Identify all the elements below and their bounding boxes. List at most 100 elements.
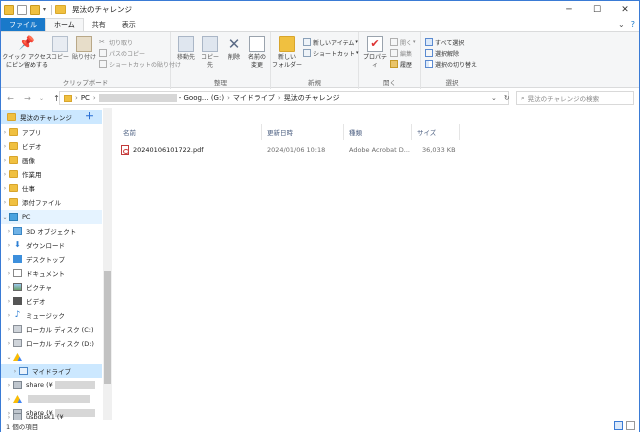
new-item-button[interactable]: 新しいアイテム ▾: [303, 37, 358, 47]
pin-quick-access-button[interactable]: 📌 クイック アクセス にピン留めする: [2, 36, 52, 70]
chevron-right-icon[interactable]: ›: [5, 270, 13, 277]
select-all-button[interactable]: すべて選択: [425, 37, 464, 47]
nav-item-pictures[interactable]: › ピクチャ: [1, 280, 102, 294]
column-divider[interactable]: [459, 124, 460, 140]
customize-qat-icon[interactable]: ▾: [43, 6, 46, 13]
breadcrumb-pc[interactable]: PC: [81, 94, 90, 102]
nav-item-google-drive-2[interactable]: ›: [1, 392, 102, 406]
search-box[interactable]: ⌕ 晃汰のチャレンジの検索: [516, 91, 634, 105]
chevron-down-icon[interactable]: ⌄: [618, 20, 625, 29]
nav-item-images[interactable]: › 画像: [1, 153, 102, 167]
copy-button[interactable]: コピー: [50, 36, 70, 62]
column-header-name[interactable]: 名前: [123, 125, 136, 139]
refresh-icon[interactable]: ↻: [504, 94, 510, 102]
breadcrumb-folder[interactable]: 晃汰のチャレンジ: [284, 93, 340, 103]
tab-share[interactable]: 共有: [84, 18, 114, 31]
delete-button[interactable]: ✕ 削除: [224, 36, 244, 62]
chevron-right-icon[interactable]: ›: [5, 312, 13, 319]
properties-quick-icon[interactable]: [17, 4, 27, 15]
chevron-right-icon[interactable]: ›: [1, 129, 9, 136]
cut-button[interactable]: ✂ 切り取り: [99, 37, 133, 47]
nav-item-desktop[interactable]: › デスクトップ: [1, 252, 102, 266]
properties-button[interactable]: ✔ プロパティ: [362, 36, 388, 70]
select-none-button[interactable]: 選択解除: [425, 48, 459, 58]
nav-item-downloads[interactable]: › ⬇ ダウンロード: [1, 238, 102, 252]
nav-item-apps[interactable]: › アプリ: [1, 125, 102, 139]
copy-path-button[interactable]: パスのコピー: [99, 48, 145, 58]
large-icons-view-icon[interactable]: [626, 421, 635, 430]
column-header-size[interactable]: サイズ: [417, 125, 436, 139]
chevron-right-icon[interactable]: ›: [1, 199, 9, 206]
nav-item-videos[interactable]: › ビデオ: [1, 294, 102, 308]
file-list-pane: 名前 更新日時 種類 サイズ 20240106101722.pdf 2024/0…: [115, 108, 639, 420]
move-to-button[interactable]: 移動先: [175, 36, 197, 62]
easy-access-button[interactable]: ショートカット ▾: [303, 48, 359, 58]
tab-view[interactable]: 表示: [114, 18, 144, 31]
nav-scrollbar[interactable]: [103, 108, 112, 420]
column-divider[interactable]: [261, 124, 262, 140]
copy-to-button[interactable]: コピー先: [199, 36, 221, 70]
chevron-down-icon[interactable]: ⌄: [5, 354, 13, 361]
column-divider[interactable]: [343, 124, 344, 140]
chevron-right-icon[interactable]: ›: [1, 157, 9, 164]
address-dropdown-icon[interactable]: ⌄: [491, 94, 497, 102]
nav-item-local-disk-d[interactable]: › ローカル ディスク (D:): [1, 336, 102, 350]
chevron-right-icon[interactable]: ›: [5, 228, 13, 235]
back-arrow-icon[interactable]: ←: [5, 94, 16, 103]
new-folder-button[interactable]: 新しい フォルダー: [272, 36, 302, 70]
breadcrumb-drive[interactable]: - Goog... (G:): [179, 94, 224, 102]
chevron-right-icon[interactable]: ›: [1, 143, 9, 150]
nav-item-work-area[interactable]: › 作業用: [1, 167, 102, 181]
open-button[interactable]: 開く ▾: [390, 37, 416, 47]
nav-item-pc[interactable]: ⌄ PC: [1, 210, 102, 224]
chevron-right-icon[interactable]: ›: [5, 256, 13, 263]
minimize-button[interactable]: ─: [555, 1, 583, 18]
help-icon[interactable]: ?: [631, 20, 635, 29]
chevron-right-icon[interactable]: ›: [5, 396, 13, 403]
chevron-right-icon[interactable]: ›: [1, 185, 9, 192]
nav-item-3d-objects[interactable]: › 3D オブジェクト: [1, 224, 102, 238]
history-button[interactable]: 履歴: [390, 59, 412, 69]
ribbon-home: 📌 クイック アクセス にピン留めする コピー 貼り付け ✂ 切り取り パスのコ…: [1, 31, 639, 89]
new-folder-quick-icon[interactable]: [30, 4, 40, 15]
details-view-icon[interactable]: [614, 421, 623, 430]
close-button[interactable]: ✕: [611, 1, 639, 18]
breadcrumb-mydrive[interactable]: マイドライブ: [233, 93, 275, 103]
nav-item-share-1[interactable]: › share (¥: [1, 378, 102, 392]
chevron-right-icon[interactable]: ›: [5, 382, 13, 389]
nav-item-job[interactable]: › 仕事: [1, 181, 102, 195]
maximize-button[interactable]: ☐: [583, 1, 611, 18]
nav-item-attachments[interactable]: › 添付ファイル: [1, 195, 102, 209]
edit-button[interactable]: 編集: [390, 48, 412, 58]
chevron-right-icon[interactable]: ›: [11, 368, 19, 375]
group-open: ✔ プロパティ 開く ▾ 編集 履歴 開く: [359, 32, 421, 89]
chevron-right-icon[interactable]: ›: [5, 298, 13, 305]
hard-drive-icon: [13, 325, 22, 333]
forward-arrow-icon[interactable]: →: [22, 94, 33, 103]
chevron-right-icon[interactable]: ›: [1, 171, 9, 178]
tab-file[interactable]: ファイル: [1, 18, 45, 31]
nav-item-video[interactable]: › ビデオ: [1, 139, 102, 153]
chevron-right-icon[interactable]: ›: [5, 284, 13, 291]
address-bar[interactable]: › PC › - Goog... (G:) › マイドライブ › 晃汰のチャレン…: [59, 91, 509, 105]
nav-item-google-drive[interactable]: ⌄: [1, 350, 102, 364]
column-divider[interactable]: [411, 124, 412, 140]
paste-shortcut-button[interactable]: ショートカットの貼り付け: [99, 59, 181, 69]
nav-item-local-disk-c[interactable]: › ローカル ディスク (C:): [1, 322, 102, 336]
chevron-right-icon[interactable]: ›: [5, 242, 13, 249]
nav-item-mydrive[interactable]: › マイドライブ: [1, 364, 102, 378]
paste-button[interactable]: 貼り付け: [72, 36, 96, 62]
column-header-type[interactable]: 種類: [349, 125, 362, 139]
column-header-modified[interactable]: 更新日時: [267, 125, 293, 139]
chevron-right-icon[interactable]: ›: [5, 340, 13, 347]
rename-button[interactable]: 名前の 変更: [246, 36, 268, 70]
recent-locations-icon[interactable]: ⌄: [36, 95, 47, 102]
nav-scrollbar-thumb[interactable]: [104, 271, 111, 384]
tab-home[interactable]: ホーム: [45, 18, 84, 31]
chevron-down-icon[interactable]: ⌄: [1, 214, 9, 221]
pin-add-icon[interactable]: ＋: [85, 109, 94, 122]
nav-item-documents[interactable]: › ドキュメント: [1, 266, 102, 280]
chevron-right-icon[interactable]: ›: [5, 326, 13, 333]
invert-selection-button[interactable]: 選択の切り替え: [425, 59, 477, 69]
nav-item-music[interactable]: › ♪ ミュージック: [1, 308, 102, 322]
